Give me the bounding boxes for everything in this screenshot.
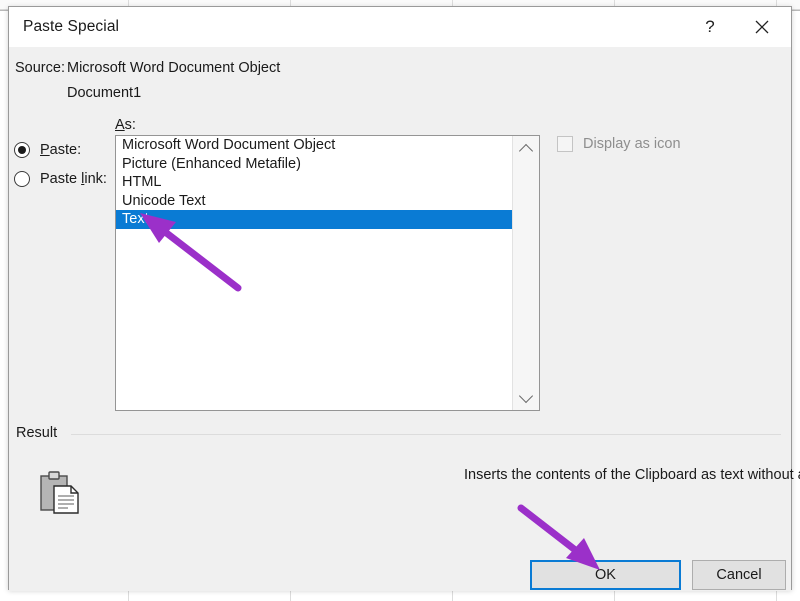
list-item[interactable]: Unicode Text [116,192,512,211]
help-icon: ? [705,17,715,36]
as-label: As: [115,117,136,133]
dialog-title: Paste Special [23,18,120,35]
close-icon [754,19,770,35]
list-item[interactable]: HTML [116,173,512,192]
list-item[interactable]: Microsoft Word Document Object [116,136,512,155]
listbox-scrollbar[interactable] [512,136,539,410]
ok-button-label: OK [595,567,616,583]
ok-button[interactable]: OK [530,560,681,590]
radio-paste[interactable]: Paste: [14,139,81,161]
cancel-button-label: Cancel [716,567,762,583]
dialog-body: Source: Microsoft Word Document Object D… [9,47,800,591]
scroll-down-button[interactable] [513,384,539,410]
source-label: Source: [15,60,65,76]
display-as-icon-label: Display as icon [583,136,681,152]
cancel-button[interactable]: Cancel [692,560,786,590]
source-document-name: Document1 [67,85,142,101]
radio-paste-label: Paste: [40,142,82,158]
result-group: Result Inserts the contents of the Clipb… [9,425,800,545]
group-separator [71,434,781,435]
chevron-up-icon [518,143,534,158]
paste-special-dialog: Paste Special ? Source: Microsoft Word D… [8,6,800,591]
list-item-selected[interactable]: Text [116,210,512,229]
radio-paste-link[interactable]: Paste link: [14,168,107,190]
list-item[interactable]: Picture (Enhanced Metafile) [116,155,512,174]
help-button[interactable]: ? [687,7,733,47]
radio-paste-link-label: Paste link: [40,171,107,187]
close-button[interactable] [739,7,785,47]
format-listbox[interactable]: Microsoft Word Document Object Picture (… [115,135,540,411]
result-group-label: Result [16,425,64,441]
source-object-name: Microsoft Word Document Object [67,60,281,76]
clipboard-paste-icon [37,470,81,516]
result-description: Inserts the contents of the Clipboard as… [464,467,800,483]
radio-paste-link-indicator [14,171,30,187]
dialog-titlebar: Paste Special ? [9,7,791,47]
radio-paste-indicator [14,142,30,158]
scroll-up-button[interactable] [513,136,539,162]
format-list-items: Microsoft Word Document Object Picture (… [116,136,512,229]
chevron-down-icon [518,388,534,403]
checkbox-indicator [557,136,573,152]
display-as-icon-checkbox[interactable]: Display as icon [557,136,681,152]
